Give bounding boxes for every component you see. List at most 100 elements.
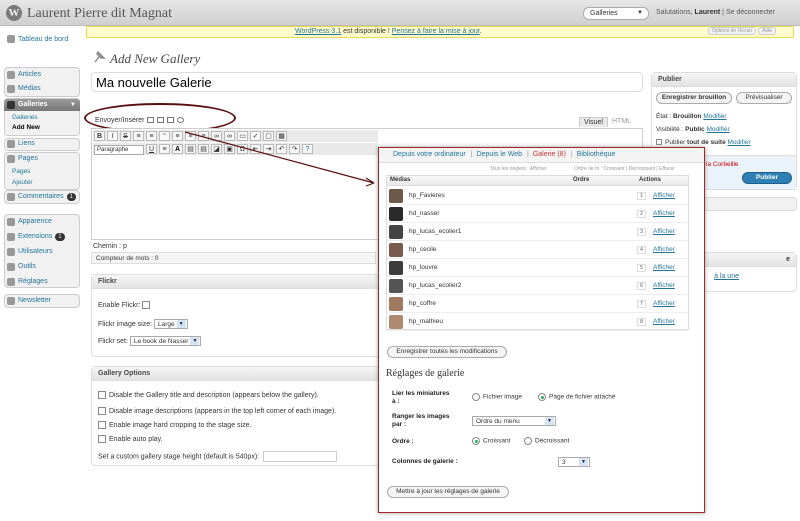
link-option-attachment[interactable]: Page de fichier attaché: [538, 393, 616, 401]
menu-item-extensions[interactable]: Extensions 1: [4, 231, 80, 243]
kitchen-sink-button[interactable]: ▦: [276, 131, 287, 141]
stage-height-input[interactable]: [263, 451, 338, 462]
paste-word-button[interactable]: ▤: [198, 144, 209, 154]
tab-from-web[interactable]: Depuis le Web: [477, 151, 522, 158]
update-gallery-settings-button[interactable]: Mettre à jour les réglages de galerie: [387, 486, 509, 498]
format-select[interactable]: Paragraphe: [94, 145, 144, 155]
media-row[interactable]: hp_cecile 4 Afficher: [387, 241, 688, 259]
user-name[interactable]: Laurent: [695, 9, 721, 16]
media-order-input[interactable]: 6: [637, 282, 646, 290]
more-button[interactable]: ▭: [237, 131, 248, 141]
spellcheck-button[interactable]: ✓: [250, 131, 261, 141]
submenu-galleries[interactable]: Galleries: [12, 114, 38, 121]
media-order-input[interactable]: 2: [637, 210, 646, 218]
media-row[interactable]: hp_lucas_ecolier2 6 Afficher: [387, 277, 688, 295]
option-checkbox[interactable]: [98, 421, 106, 429]
edit-visibility-link[interactable]: Modifier: [706, 126, 729, 133]
fullscreen-button[interactable]: ▢: [263, 131, 274, 141]
menu-item-pages[interactable]: Pages: [4, 153, 80, 165]
menu-item-media[interactable]: Médias: [4, 83, 80, 95]
favorites-select[interactable]: Galleries ▼: [583, 7, 649, 20]
menu-item-galleries[interactable]: Galleries ▼: [4, 99, 80, 111]
publish-box-title[interactable]: Publier: [652, 73, 796, 87]
strikethrough-button[interactable]: S: [120, 131, 131, 141]
blockquote-button[interactable]: “: [159, 131, 170, 141]
logout-link[interactable]: Se déconnecter: [726, 9, 775, 16]
media-button[interactable]: ▣: [224, 144, 235, 154]
submenu-add-page[interactable]: Ajouter: [12, 179, 33, 186]
media-row[interactable]: hp_mathieu 8 Afficher: [387, 313, 688, 331]
media-row[interactable]: hp_lucas_ecolier1 3 Afficher: [387, 223, 688, 241]
menu-item-links[interactable]: Liens: [4, 138, 80, 150]
columns-select[interactable]: 3 ▼: [557, 457, 590, 467]
radio-button[interactable]: [524, 437, 532, 445]
align-right-button[interactable]: ≡: [198, 131, 209, 141]
option-checkbox[interactable]: [98, 435, 106, 443]
menu-item-comments[interactable]: Commentaires 1: [4, 191, 80, 203]
media-order-input[interactable]: 3: [637, 228, 646, 236]
update-link[interactable]: Pensez à faire la mise à jour: [392, 28, 480, 35]
show-media-link[interactable]: Afficher: [653, 192, 675, 199]
media-order-input[interactable]: 1: [637, 192, 646, 200]
media-row[interactable]: hp_louvre 5 Afficher: [387, 259, 688, 277]
unlink-button[interactable]: ∞: [224, 131, 235, 141]
show-media-link[interactable]: Afficher: [653, 264, 675, 271]
option-checkbox[interactable]: [98, 391, 106, 399]
trash-link[interactable]: la Corbeille: [706, 161, 739, 168]
outdent-button[interactable]: ⇤: [250, 144, 261, 154]
menu-item-users[interactable]: Utilisateurs: [4, 246, 80, 258]
show-media-link[interactable]: Afficher: [653, 228, 675, 235]
submenu-add-new[interactable]: Add New: [12, 124, 40, 131]
show-media-link[interactable]: Afficher: [653, 246, 675, 253]
tab-html[interactable]: HTML: [608, 117, 635, 126]
show-media-link[interactable]: Afficher: [653, 318, 675, 325]
radio-button[interactable]: [472, 393, 480, 401]
justify-button[interactable]: ≡: [159, 144, 170, 154]
special-char-button[interactable]: Ω: [237, 144, 248, 154]
indent-button[interactable]: ⇥: [263, 144, 274, 154]
text-color-button[interactable]: A: [172, 144, 183, 154]
sort-by-select[interactable]: Ordre du menu ▼: [472, 416, 556, 426]
save-all-button[interactable]: Enregistrer toutes les modifications: [387, 346, 507, 358]
media-row[interactable]: hp_coffre 7 Afficher: [387, 295, 688, 313]
featured-image-link[interactable]: à la une: [714, 273, 739, 280]
sort-order-links[interactable]: Ordre de tri : Croissant | Décroissant |…: [574, 166, 675, 172]
paste-text-button[interactable]: ▤: [185, 144, 196, 154]
help-button[interactable]: Aide: [758, 27, 777, 35]
wordpress-logo-icon[interactable]: W: [6, 5, 22, 21]
order-option-asc[interactable]: Croissant: [472, 437, 510, 445]
post-title-input[interactable]: Ma nouvelle Galerie: [91, 72, 643, 92]
link-option-file[interactable]: Fichier image: [472, 393, 522, 401]
italic-button[interactable]: I: [107, 131, 118, 141]
remove-format-button[interactable]: ◪: [211, 144, 222, 154]
show-media-link[interactable]: Afficher: [653, 300, 675, 307]
menu-item-appearance[interactable]: Apparence: [4, 216, 80, 228]
redo-button[interactable]: ↷: [289, 144, 300, 154]
flickr-size-select[interactable]: Large ▼: [154, 319, 188, 329]
radio-button[interactable]: [538, 393, 546, 401]
media-order-input[interactable]: 4: [637, 246, 646, 254]
help-icon[interactable]: ?: [302, 144, 313, 154]
edit-status-link[interactable]: Modifier: [703, 113, 726, 120]
publish-button[interactable]: Publier: [742, 172, 792, 184]
flickr-set-select[interactable]: Le book de Nasser ▼: [129, 336, 202, 346]
show-media-link[interactable]: Afficher: [653, 210, 675, 217]
show-all-toggle[interactable]: Tous les onglets : Afficher: [490, 166, 547, 172]
tab-from-computer[interactable]: Depuis votre ordinateur: [393, 151, 466, 158]
link-button[interactable]: ∞: [211, 131, 222, 141]
submenu-pages[interactable]: Pages: [12, 168, 30, 175]
site-title[interactable]: Laurent Pierre dit Magnat: [27, 6, 172, 22]
menu-item-newsletter[interactable]: Newsletter: [4, 295, 80, 307]
preview-button[interactable]: Prévisualiser: [736, 92, 792, 104]
menu-item-tools[interactable]: Outils: [4, 261, 80, 273]
order-option-desc[interactable]: Décroissant: [524, 437, 569, 445]
bullet-list-button[interactable]: ≡: [133, 131, 144, 141]
media-order-input[interactable]: 7: [637, 300, 646, 308]
align-center-button[interactable]: ≡: [185, 131, 196, 141]
flickr-enable-checkbox[interactable]: [142, 301, 151, 309]
tab-gallery[interactable]: Galerie (8): [533, 151, 566, 158]
bold-button[interactable]: B: [94, 131, 105, 141]
edit-schedule-link[interactable]: Modifier: [728, 139, 751, 146]
number-list-button[interactable]: ≡: [146, 131, 157, 141]
show-media-link[interactable]: Afficher: [653, 282, 675, 289]
